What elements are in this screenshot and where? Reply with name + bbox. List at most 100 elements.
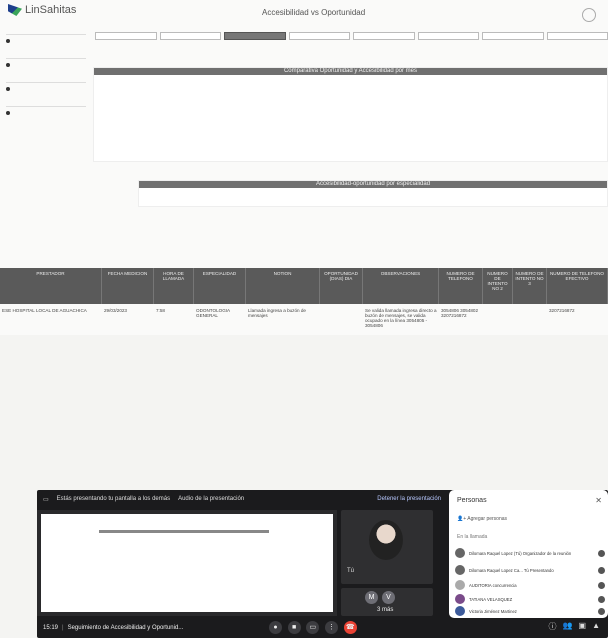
people-panel: Personas ✕ 👤+ Agregar personas En la lla… — [449, 490, 608, 618]
participant-item[interactable]: Dilomara Raquel Lopez Ca... Tú Presentan… — [455, 563, 605, 577]
table-cell — [483, 304, 513, 335]
more-participants-label: 3 más — [377, 607, 394, 613]
stop-presenting-button[interactable]: Detener la presentación — [377, 496, 441, 502]
radio-icon — [6, 87, 10, 91]
participant-tile-self[interactable]: Tú — [341, 510, 433, 584]
page-title: Accesibilidad vs Oportunidad — [262, 8, 366, 17]
column-header: NUMERO DE TELEFONO EFECTIVO — [547, 268, 608, 304]
presenting-text: Estás presentando tu pantalla a los demá… — [56, 496, 171, 502]
call-controls: ● ■ ▭ ⋮ ☎ — [269, 621, 361, 634]
table-cell: 3054806 3054802 3207216872 — [441, 308, 479, 318]
avatar — [455, 594, 465, 604]
sidebar-group[interactable] — [6, 106, 86, 116]
avatar — [455, 548, 465, 558]
table-cell — [513, 304, 547, 335]
table-cell: Se valida llamada ingresa directo a buzó… — [365, 308, 437, 328]
participant-name: AUDITORIA concurrencia — [469, 582, 517, 588]
filter-1[interactable] — [95, 32, 157, 40]
sidebar-group[interactable] — [6, 34, 86, 44]
avatar — [369, 520, 403, 560]
filter-6[interactable] — [417, 32, 479, 40]
microphone-icon[interactable]: ● — [269, 621, 282, 634]
presentation-bar: ▭ Estás presentando tu pantalla a los de… — [37, 490, 447, 508]
column-header: PRESTADOR — [0, 268, 102, 304]
pin-icon[interactable] — [598, 566, 605, 574]
filter-4[interactable] — [288, 32, 350, 40]
avatar: M — [365, 591, 378, 604]
camera-icon[interactable]: ■ — [287, 621, 301, 634]
filter-sidebar — [0, 28, 92, 258]
participant-name: TATIANA VELASQUEZ — [469, 596, 513, 602]
info-icon[interactable]: ⓘ — [549, 621, 557, 632]
logo-text: LinSahitas — [25, 4, 77, 16]
video-call-window: ▭ Estás presentando tu pantalla a los de… — [37, 490, 608, 638]
chat-icon[interactable]: ▣ — [579, 621, 587, 632]
column-header: ESPECIALIDAD — [194, 268, 246, 304]
column-header: NUMERO DE INTENTO NO 3 — [513, 268, 547, 304]
add-people-label: Agregar personas — [467, 516, 508, 522]
add-person-icon: 👤+ — [457, 516, 468, 522]
clock: 15:19 — [43, 625, 59, 631]
table-cell: Llamada ingresa a buzón de mensajes — [248, 308, 306, 318]
filter-5[interactable] — [353, 32, 415, 40]
captions-icon[interactable]: ▭ — [306, 621, 320, 634]
table-cell: 29/03/2023 — [104, 308, 127, 313]
table-cell: 3207216872 — [549, 308, 575, 313]
table-header: PRESTADOR FECHA MEDICION HORA DE LLAMADA… — [0, 268, 608, 304]
screen-thumbnail — [41, 514, 333, 612]
table-cell — [320, 304, 363, 335]
presentation-audio-toggle[interactable]: Audio de la presentación — [178, 496, 244, 502]
mic-off-icon — [598, 607, 605, 615]
participant-item[interactable]: AUDITORIA concurrencia — [455, 578, 605, 592]
add-people-button[interactable]: 👤+ Agregar personas — [457, 516, 507, 522]
filter-8[interactable] — [546, 32, 608, 40]
column-header: NUMERO DE TELEFONO — [439, 268, 483, 304]
table-cell: 7:58 — [156, 308, 165, 313]
participant-name: Dilomara Raquel Lopez Ca... Tú Presentan… — [469, 567, 554, 573]
people-icon[interactable]: 👥 — [563, 621, 573, 632]
pin-icon[interactable] — [598, 549, 605, 557]
filter-bar — [95, 28, 608, 44]
sidebar-group[interactable] — [6, 82, 86, 92]
mic-off-icon — [598, 581, 605, 589]
more-options-icon[interactable]: ⋮ — [325, 621, 339, 634]
radio-icon — [6, 63, 10, 67]
column-header: NOTION — [246, 268, 320, 304]
chart-by-specialty: Accesibilidad-oportunidad por especialid… — [138, 180, 608, 207]
avatar — [455, 565, 465, 575]
filter-3[interactable] — [224, 32, 286, 40]
filter-7[interactable] — [482, 32, 544, 40]
settings-icon[interactable] — [582, 8, 596, 22]
filter-2[interactable] — [159, 32, 221, 40]
hang-up-icon[interactable]: ☎ — [343, 621, 357, 634]
column-header: OPORTUNIDAD (DIAS) DIA — [320, 268, 363, 304]
column-header: HORA DE LLAMADA — [154, 268, 194, 304]
shared-screen-preview — [37, 510, 337, 616]
sidebar-group[interactable] — [6, 58, 86, 68]
chart-opportunity-by-month: Comparativa Oportunidad y Accesibilidad … — [93, 67, 608, 162]
table-cell: ESE HOSPITAL LOCAL DE AGUACHICA — [2, 308, 87, 313]
radio-icon — [6, 111, 10, 115]
participant-name: Dilomara Raquel Lopez (Tú) Organizador d… — [469, 550, 572, 556]
chart-title: Accesibilidad-oportunidad por especialid… — [139, 181, 607, 188]
table-row[interactable]: ESE HOSPITAL LOCAL DE AGUACHICA 29/03/20… — [0, 304, 608, 335]
logo-mark-icon — [8, 4, 22, 16]
avatar — [455, 580, 465, 590]
present-screen-icon: ▭ — [43, 496, 49, 503]
close-icon[interactable]: ✕ — [595, 496, 602, 505]
avatar-group: M V — [365, 591, 395, 604]
logo: LinSahitas — [8, 4, 76, 16]
self-label: Tú — [347, 568, 355, 574]
column-header: FECHA MEDICION — [102, 268, 154, 304]
participant-tile-others[interactable]: M V 3 más — [341, 588, 433, 616]
avatar — [455, 606, 465, 616]
column-header: NUMERO DE INTENTO NO 2 — [483, 268, 513, 304]
participant-item[interactable]: Dilomara Raquel Lopez (Tú) Organizador d… — [455, 546, 605, 560]
activities-icon[interactable]: ▲ — [592, 621, 600, 632]
column-header: OBSERVACIONES — [363, 268, 439, 304]
dashboard-screen: LinSahitas Accesibilidad vs Oportunidad … — [0, 0, 608, 335]
participant-item[interactable]: Victoria Jiménez Martinez — [455, 604, 605, 618]
participant-name: Victoria Jiménez Martinez — [469, 608, 517, 614]
radio-icon — [6, 39, 10, 43]
avatar: V — [382, 591, 395, 604]
